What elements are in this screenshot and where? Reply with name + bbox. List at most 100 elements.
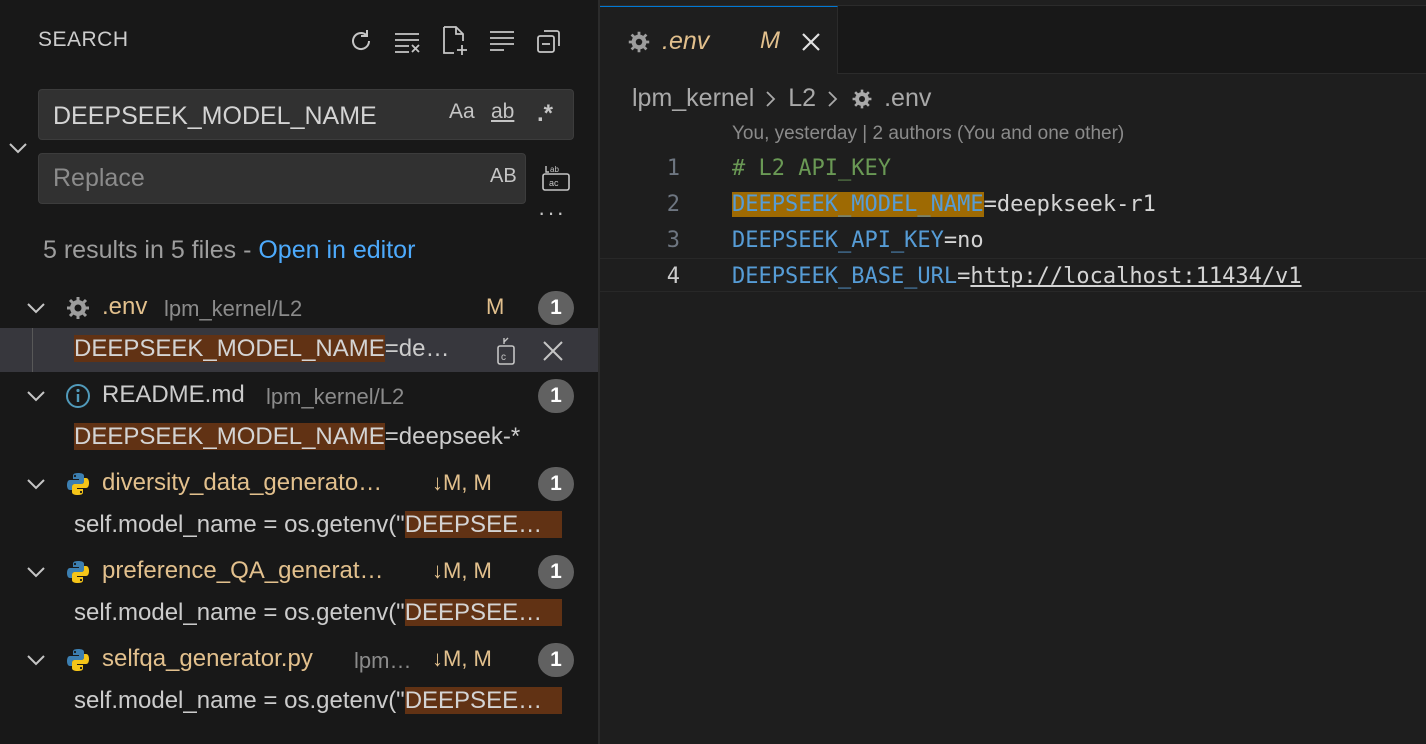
code-value: no	[957, 228, 984, 253]
python-icon	[67, 473, 89, 495]
breadcrumb: lpm_kernel L2 .env	[632, 84, 931, 113]
line-number: 1	[666, 156, 680, 181]
svg-text:ac: ac	[549, 178, 559, 188]
open-in-editor-link[interactable]: Open in editor	[258, 236, 415, 264]
match-count-badge: 1	[538, 291, 574, 325]
new-search-editor-icon[interactable]	[438, 24, 472, 58]
breadcrumb-item[interactable]: lpm_kernel	[632, 84, 754, 113]
code-key: DEEPSEEK_BASE_URL	[732, 264, 958, 289]
svg-text:ab: ab	[550, 165, 559, 174]
line-number: 4	[666, 264, 680, 289]
match-text: self.model_name = os.getenv("DEEPSEE…	[74, 511, 598, 539]
match-text: DEEPSEEK_MODEL_NAME=deepseek-*	[74, 423, 598, 451]
code-line: DEEPSEEK_BASE_URL=http://localhost:11434…	[732, 264, 1302, 289]
result-match-row[interactable]: self.model_name = os.getenv("DEEPSEE…	[0, 592, 598, 636]
match-count-badge: 1	[538, 643, 574, 677]
chevron-down-icon[interactable]	[24, 384, 48, 408]
preserve-case-toggle[interactable]: AB	[490, 165, 517, 188]
result-file-row[interactable]: selfqa_generator.py lpm… ↓M, M 1	[0, 638, 598, 682]
code-value: deepkseek-r1	[996, 192, 1156, 217]
dismiss-icon[interactable]	[538, 336, 568, 366]
result-match-row[interactable]: self.model_name = os.getenv("DEEPSEE…	[0, 680, 598, 724]
result-file-name: README.md	[102, 381, 245, 408]
tab-env[interactable]: .env M	[600, 6, 838, 74]
chevron-down-icon[interactable]	[24, 648, 48, 672]
result-match-row[interactable]: DEEPSEEK_MODEL_NAME=de… c	[0, 328, 598, 372]
match-highlight: DEEPSEE…	[404, 687, 563, 714]
match-count-badge: 1	[538, 467, 574, 501]
match-prefix: self.model_name = os.getenv("	[74, 511, 405, 538]
chevron-down-icon[interactable]	[24, 560, 48, 584]
match-count-badge: 1	[538, 379, 574, 413]
results-count-text: 5 results in 5 files -	[43, 236, 259, 264]
code-equals: =	[957, 264, 971, 289]
result-file-row[interactable]: preference_QA_generat… ↓M, M 1	[0, 550, 598, 594]
match-rest: =de…	[384, 335, 450, 362]
result-file-path: lpm…	[354, 648, 412, 673]
toggle-replace-chevron-icon[interactable]	[6, 136, 30, 160]
tree-indent-guide	[32, 328, 33, 372]
match-case-toggle[interactable]: Aa	[449, 100, 475, 130]
result-file-name: diversity_data_generato…	[102, 469, 383, 496]
code-equals: =	[983, 192, 997, 217]
code-line-comment: # L2 API_KEY	[732, 156, 891, 181]
close-icon[interactable]	[798, 29, 824, 55]
match-count-badge: 1	[538, 555, 574, 589]
chevron-down-icon[interactable]	[24, 296, 48, 320]
code-key-match: DEEPSEEK_MODEL_NAME	[732, 192, 984, 217]
clear-results-icon[interactable]	[391, 24, 425, 58]
result-file-row[interactable]: README.md lpm_kernel/L2 1	[0, 374, 598, 418]
result-file-row[interactable]: diversity_data_generato… ↓M, M 1	[0, 462, 598, 506]
svg-text:c: c	[501, 352, 506, 363]
result-file-name: selfqa_generator.py	[102, 645, 313, 672]
python-icon	[67, 561, 89, 583]
replace-icon[interactable]: c	[492, 336, 522, 366]
match-highlight: DEEPSEEK_MODEL_NAME	[74, 423, 385, 450]
match-highlight: DEEPSEEK_MODEL_NAME	[74, 335, 385, 362]
sidebar-sash[interactable]	[598, 0, 600, 744]
regex-toggle[interactable]: .*	[537, 100, 553, 130]
results-summary: 5 results in 5 files - Open in editor	[43, 236, 415, 265]
git-blame-codelens[interactable]: You, yesterday | 2 authors (You and one …	[732, 123, 1124, 145]
editor-tab-bar: .env M	[600, 6, 1426, 74]
code-equals: =	[943, 228, 958, 253]
match-rest: =deepseek-*	[384, 423, 521, 450]
collapse-all-icon[interactable]	[532, 24, 566, 58]
replace-field: AB	[38, 153, 526, 204]
result-file-path: lpm_kernel/L2	[164, 296, 303, 321]
gear-icon	[67, 297, 89, 319]
view-as-tree-icon[interactable]	[485, 24, 519, 58]
replace-all-icon[interactable]: ab ac	[540, 162, 572, 194]
refresh-icon[interactable]	[344, 24, 378, 58]
search-actions-toolbar	[344, 24, 566, 58]
search-sidebar: SEARCH DEEPSEEK_MODEL_NAME Aa ab .* AB a…	[0, 0, 598, 744]
line-number: 3	[666, 228, 680, 253]
chevron-down-icon[interactable]	[24, 472, 48, 496]
search-input[interactable]: DEEPSEEK_MODEL_NAME Aa ab .*	[38, 89, 574, 140]
tab-modified-indicator: M	[760, 27, 780, 54]
code-url-link[interactable]: http://localhost:11434/v1	[970, 264, 1301, 289]
replace-input[interactable]	[39, 154, 459, 203]
gear-icon	[852, 89, 872, 108]
result-file-row[interactable]: .env lpm_kernel/L2 M 1	[0, 286, 598, 330]
git-status: ↓M, M	[432, 470, 492, 495]
match-highlight: DEEPSEE…	[404, 511, 563, 538]
gear-icon	[628, 31, 650, 53]
python-icon	[67, 649, 89, 671]
chevron-right-icon	[828, 90, 838, 107]
breadcrumb-item[interactable]: L2	[788, 84, 816, 113]
match-highlight: DEEPSEE…	[404, 599, 563, 626]
result-match-row[interactable]: DEEPSEEK_MODEL_NAME=deepseek-*	[0, 416, 598, 460]
code-line: DEEPSEEK_MODEL_NAME=deepkseek-r1	[732, 192, 1156, 217]
git-status: ↓M, M	[432, 646, 492, 671]
sidebar-title: SEARCH	[38, 28, 129, 51]
chevron-right-icon	[766, 90, 776, 107]
more-options-icon[interactable]: ···	[538, 200, 566, 226]
result-file-name: .env	[102, 293, 148, 320]
result-match-row[interactable]: self.model_name = os.getenv("DEEPSEE…	[0, 504, 598, 548]
breadcrumb-item[interactable]: .env	[884, 84, 931, 113]
match-whole-word-toggle[interactable]: ab	[491, 100, 514, 130]
match-text: DEEPSEEK_MODEL_NAME=de…	[74, 335, 474, 363]
match-text: self.model_name = os.getenv("DEEPSEE…	[74, 687, 598, 715]
code-line: DEEPSEEK_API_KEY=no	[732, 228, 984, 253]
